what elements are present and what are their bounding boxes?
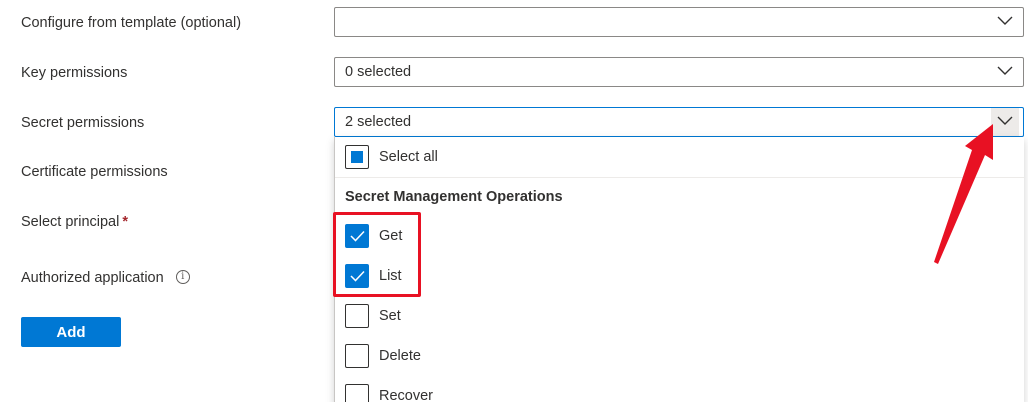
- authorized-application-text: Authorized application: [21, 270, 164, 286]
- certificate-permissions-label: Certificate permissions: [21, 164, 168, 180]
- key-permissions-label: Key permissions: [21, 65, 128, 81]
- chevron-down-icon[interactable]: [991, 108, 1019, 136]
- option-label: Set: [379, 308, 401, 324]
- add-button[interactable]: Add: [21, 317, 121, 347]
- set-checkbox[interactable]: [345, 304, 369, 328]
- key-permissions-dropdown[interactable]: 0 selected: [334, 57, 1024, 87]
- recover-checkbox[interactable]: [345, 384, 369, 402]
- secret-permissions-options-panel: Select all Secret Management Operations …: [334, 137, 1024, 402]
- template-label: Configure from template (optional): [21, 15, 242, 31]
- authorized-application-label: Authorized application i: [21, 268, 190, 288]
- secret-permissions-label: Secret permissions: [21, 115, 145, 131]
- template-dropdown[interactable]: [334, 7, 1024, 37]
- chevron-down-icon[interactable]: [991, 58, 1019, 86]
- divider: [335, 177, 1024, 178]
- highlight-box: [333, 212, 421, 297]
- secret-permissions-dropdown[interactable]: 2 selected: [334, 107, 1024, 137]
- group-heading: Secret Management Operations: [345, 189, 563, 205]
- option-label: Recover: [379, 388, 433, 402]
- secret-permissions-value: 2 selected: [345, 114, 412, 130]
- select-principal-text: Select principal: [21, 214, 120, 230]
- chevron-down-icon[interactable]: [991, 8, 1019, 36]
- select-all-label: Select all: [379, 149, 438, 165]
- info-icon[interactable]: i: [175, 270, 190, 285]
- key-permissions-value: 0 selected: [345, 64, 412, 80]
- delete-checkbox[interactable]: [345, 344, 369, 368]
- required-marker: *: [122, 214, 128, 230]
- select-principal-label: Select principal *: [21, 212, 128, 232]
- option-label: Delete: [379, 348, 421, 364]
- select-all-checkbox[interactable]: [345, 145, 369, 169]
